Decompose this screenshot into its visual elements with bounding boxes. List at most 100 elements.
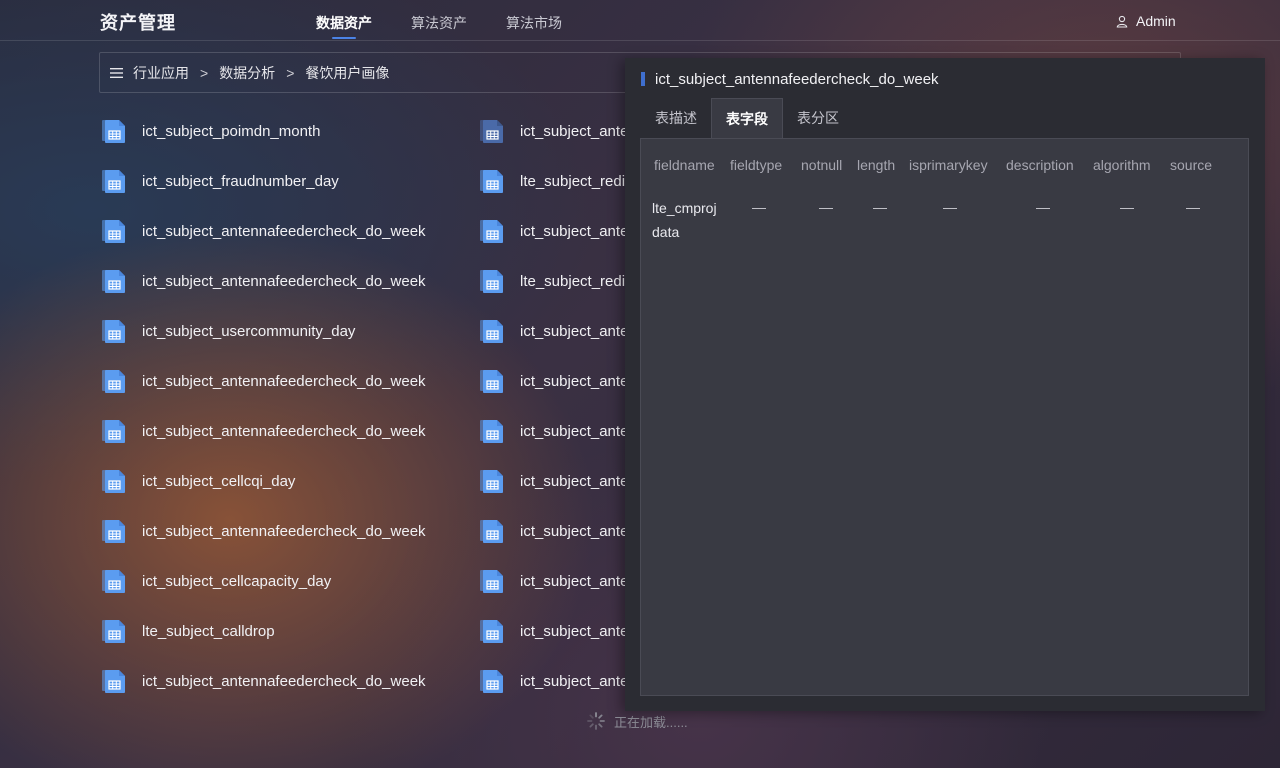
dataset-name: ict_subject_ante bbox=[520, 472, 629, 490]
column-header-length: length bbox=[857, 157, 896, 173]
dataset-item[interactable]: ict_subject_ante bbox=[478, 664, 628, 698]
tab-table-description[interactable]: 表描述 bbox=[641, 98, 711, 139]
nav-tab-algorithm-market[interactable]: 算法市场 bbox=[506, 13, 562, 41]
table-file-icon bbox=[102, 270, 125, 293]
dataset-name: ict_subject_ante bbox=[520, 322, 629, 340]
table-file-icon bbox=[480, 320, 503, 343]
table-file-icon bbox=[480, 670, 503, 693]
dataset-name: ict_subject_ante bbox=[520, 122, 629, 140]
dataset-item[interactable]: ict_subject_ante bbox=[478, 614, 628, 648]
cell-fieldtype: — bbox=[752, 199, 766, 215]
table-file-icon bbox=[480, 620, 503, 643]
table-file-icon bbox=[102, 170, 125, 193]
column-header-source: source bbox=[1170, 157, 1213, 173]
table-file-icon bbox=[102, 420, 125, 443]
table-file-icon bbox=[102, 370, 125, 393]
breadcrumb-item-current: 餐饮用户画像 bbox=[305, 64, 390, 81]
table-file-icon bbox=[480, 120, 503, 143]
table-file-icon bbox=[480, 570, 503, 593]
dataset-name: ict_subject_cellcapacity_day bbox=[142, 572, 332, 590]
dataset-item[interactable]: ict_subject_antennafeedercheck_do_week bbox=[100, 414, 426, 448]
dataset-item[interactable]: ict_subject_poimdn_month bbox=[100, 114, 320, 148]
table-file-icon bbox=[102, 220, 125, 243]
main-nav: 数据资产 算法资产 算法市场 bbox=[316, 13, 562, 41]
panel-title-text: ict_subject_antennafeedercheck_do_week bbox=[655, 70, 939, 88]
dataset-name: ict_subject_antennafeedercheck_do_week bbox=[142, 672, 426, 690]
fields-table: fieldname fieldtype notnull length ispri… bbox=[640, 138, 1249, 696]
table-file-icon bbox=[102, 120, 125, 143]
panel-title: ict_subject_antennafeedercheck_do_week bbox=[641, 70, 939, 88]
nav-tab-algorithm-assets[interactable]: 算法资产 bbox=[411, 13, 467, 41]
dataset-item[interactable]: ict_subject_ante bbox=[478, 364, 628, 398]
table-file-icon bbox=[480, 270, 503, 293]
dataset-name: ict_subject_ante bbox=[520, 572, 629, 590]
dataset-item[interactable]: ict_subject_ante bbox=[478, 464, 628, 498]
dataset-name: ict_subject_ante bbox=[520, 222, 629, 240]
dataset-item[interactable]: ict_subject_antennafeedercheck_do_week bbox=[100, 264, 426, 298]
loading-text: 正在加载...... bbox=[614, 714, 688, 730]
dataset-item[interactable]: ict_subject_ante bbox=[478, 564, 628, 598]
user-menu[interactable]: Admin bbox=[1116, 13, 1176, 29]
user-name: Admin bbox=[1136, 13, 1176, 29]
column-header-fieldname: fieldname bbox=[654, 157, 715, 173]
dataset-name: lte_subject_redi bbox=[520, 272, 626, 290]
dataset-item[interactable]: ict_subject_ante bbox=[478, 114, 628, 148]
dataset-item[interactable]: ict_subject_antennafeedercheck_do_week bbox=[100, 214, 426, 248]
menu-icon[interactable] bbox=[110, 67, 123, 79]
cell-length: — bbox=[873, 199, 887, 215]
dataset-item[interactable]: ict_subject_fraudnumber_day bbox=[100, 164, 339, 198]
dataset-item[interactable]: lte_subject_redi bbox=[478, 264, 625, 298]
dataset-name: ict_subject_usercommunity_day bbox=[142, 322, 356, 340]
breadcrumb-item-analysis[interactable]: 数据分析 bbox=[219, 63, 275, 83]
column-header-notnull: notnull bbox=[801, 157, 843, 173]
dataset-item[interactable]: ict_subject_antennafeedercheck_do_week bbox=[100, 664, 426, 698]
cell-notnull: — bbox=[819, 199, 833, 215]
table-file-icon bbox=[480, 420, 503, 443]
breadcrumb-separator: > bbox=[200, 64, 209, 81]
dataset-item[interactable]: ict_subject_ante bbox=[478, 214, 628, 248]
cell-source: — bbox=[1186, 199, 1200, 215]
cell-algorithm: — bbox=[1120, 199, 1134, 215]
dataset-item[interactable]: ict_subject_ante bbox=[478, 414, 628, 448]
user-icon bbox=[1116, 15, 1128, 28]
column-header-description: description bbox=[1006, 157, 1074, 173]
table-file-icon bbox=[480, 470, 503, 493]
loading-indicator: 正在加载...... bbox=[586, 711, 688, 731]
tab-table-fields[interactable]: 表字段 bbox=[711, 98, 783, 139]
table-detail-panel: ict_subject_antennafeedercheck_do_week 表… bbox=[625, 58, 1265, 711]
column-header-algorithm: algorithm bbox=[1093, 157, 1151, 173]
dataset-name: ict_subject_ante bbox=[520, 672, 629, 690]
table-file-icon bbox=[102, 520, 125, 543]
dataset-item[interactable]: ict_subject_antennafeedercheck_do_week bbox=[100, 364, 426, 398]
dataset-name: ict_subject_ante bbox=[520, 622, 629, 640]
table-file-icon bbox=[102, 570, 125, 593]
dataset-name: ict_subject_antennafeedercheck_do_week bbox=[142, 222, 426, 240]
dataset-item[interactable]: ict_subject_usercommunity_day bbox=[100, 314, 355, 348]
table-file-icon bbox=[480, 520, 503, 543]
table-file-icon bbox=[480, 220, 503, 243]
table-file-icon bbox=[102, 620, 125, 643]
table-file-icon bbox=[480, 370, 503, 393]
cell-isprimarykey: — bbox=[943, 199, 957, 215]
dataset-item[interactable]: lte_subject_calldrop bbox=[100, 614, 275, 648]
dataset-item[interactable]: ict_subject_cellcapacity_day bbox=[100, 564, 331, 598]
table-file-icon bbox=[102, 320, 125, 343]
nav-tab-data-assets[interactable]: 数据资产 bbox=[316, 13, 372, 41]
column-header-isprimarykey: isprimarykey bbox=[909, 157, 988, 173]
table-file-icon bbox=[102, 670, 125, 693]
tab-table-partitions[interactable]: 表分区 bbox=[783, 98, 853, 139]
dataset-name: ict_subject_ante bbox=[520, 522, 629, 540]
dataset-name: ict_subject_antennafeedercheck_do_week bbox=[142, 272, 426, 290]
dataset-item[interactable]: ict_subject_ante bbox=[478, 314, 628, 348]
panel-tabs: 表描述 表字段 表分区 bbox=[641, 98, 853, 139]
app-title: 资产管理 bbox=[100, 13, 176, 33]
dataset-item[interactable]: ict_subject_cellcqi_day bbox=[100, 464, 295, 498]
dataset-name: ict_subject_ante bbox=[520, 372, 629, 390]
breadcrumb-item-industry[interactable]: 行业应用 bbox=[133, 63, 189, 83]
dataset-item[interactable]: ict_subject_ante bbox=[478, 514, 628, 548]
top-header: 资产管理 数据资产 算法资产 算法市场 Admin bbox=[0, 0, 1280, 41]
dataset-item[interactable]: ict_subject_antennafeedercheck_do_week bbox=[100, 514, 426, 548]
dataset-name: ict_subject_antennafeedercheck_do_week bbox=[142, 522, 426, 540]
dataset-name: ict_subject_poimdn_month bbox=[142, 122, 321, 140]
dataset-item[interactable]: lte_subject_redi bbox=[478, 164, 625, 198]
